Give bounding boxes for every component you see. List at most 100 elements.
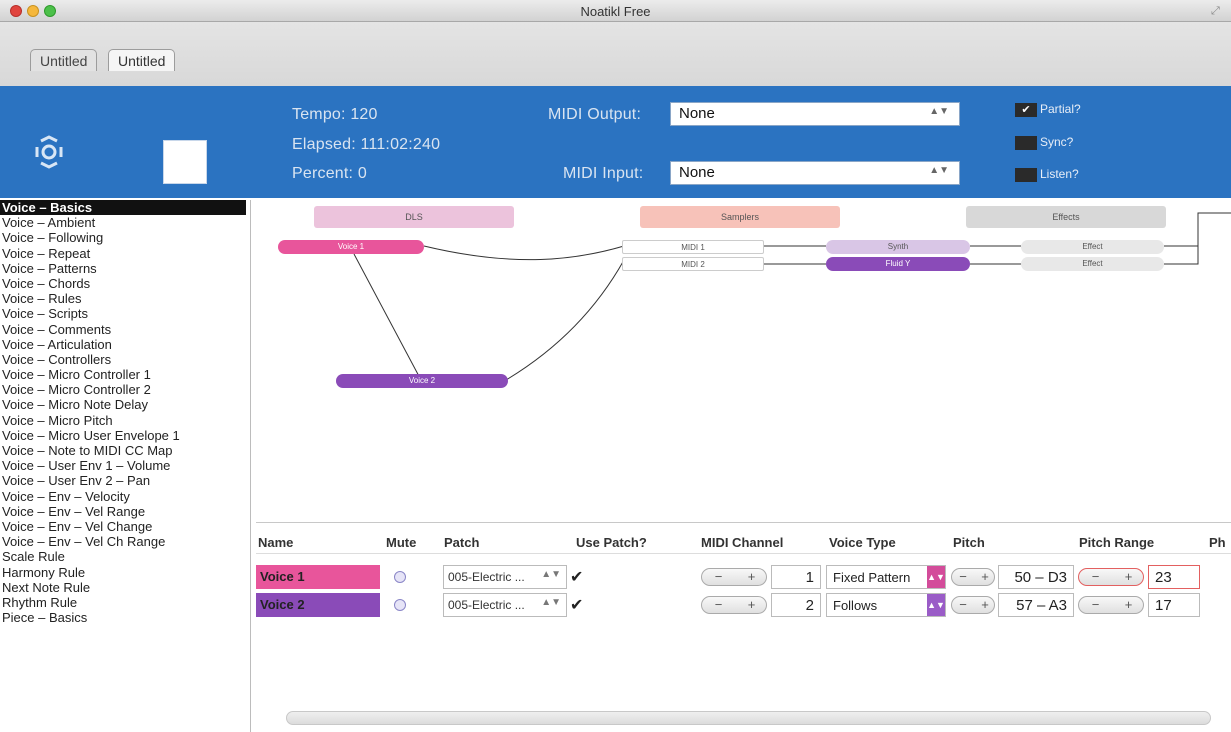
tab-untitled-1[interactable]: Untitled [30,49,98,71]
voice-name-cell[interactable]: Voice 1 [256,565,380,589]
fluid-node[interactable]: Fluid Y [826,257,970,271]
sidebar-item[interactable]: Voice – Comments [0,322,250,337]
increment-icon[interactable]: + [974,569,996,585]
sidebar-item[interactable]: Voice – Repeat [0,246,250,261]
sidebar-item[interactable]: Voice – Controllers [0,352,250,367]
app-window: Noatikl Free ⤢ Untitled Untitled Tempo: … [0,0,1231,732]
pitch-stepper[interactable]: − + [951,596,995,614]
effect-1-node[interactable]: Effect [1021,240,1164,254]
voice-type-select[interactable]: Follows ▲▼ [826,593,946,617]
sidebar-item[interactable]: Voice – Env – Velocity [0,489,250,504]
horizontal-scrollbar[interactable] [286,711,1211,725]
sidebar-item[interactable]: Voice – Articulation [0,337,250,352]
channel-value[interactable]: 1 [771,565,821,589]
patch-select[interactable]: 005-Electric ... ▲▼ [443,565,567,589]
listen-checkbox[interactable]: Listen? [1015,167,1079,182]
midi-2-node[interactable]: MIDI 2 [622,257,764,271]
partial-checkbox[interactable]: ✔ Partial? [1015,102,1081,117]
decrement-icon[interactable]: − [1079,597,1112,613]
table-row[interactable]: Voice 2 005-Electric ... ▲▼ ✔ − + 2 Follow… [256,593,1231,617]
mute-toggle[interactable] [394,571,406,583]
voice-1-node[interactable]: Voice 1 [278,240,424,254]
sidebar-item[interactable]: Voice – Micro User Envelope 1 [0,428,250,443]
col-mute[interactable]: Mute [386,535,416,550]
sidebar-item[interactable]: Voice – Micro Controller 1 [0,367,250,382]
synth-node[interactable]: Synth [826,240,970,254]
col-pitch[interactable]: Pitch [953,535,985,550]
increment-icon[interactable]: + [735,569,768,585]
tempo-readout: Tempo: 120 [292,106,378,123]
tab-untitled-2[interactable]: Untitled [108,49,176,71]
midi-output-select[interactable]: None ▲▼ [670,102,960,126]
increment-icon[interactable]: + [974,597,996,613]
col-ph[interactable]: Ph [1209,535,1226,550]
col-patch[interactable]: Patch [444,535,479,550]
channel-stepper[interactable]: − + [701,596,767,614]
effect-2-node[interactable]: Effect [1021,257,1164,271]
decrement-icon[interactable]: − [702,569,735,585]
sidebar-item[interactable]: Voice – Env – Vel Range [0,504,250,519]
sidebar-item[interactable]: Voice – Ambient [0,215,250,230]
midi-1-node[interactable]: MIDI 1 [622,240,764,254]
sidebar-item[interactable]: Voice – Scripts [0,306,250,321]
decrement-icon[interactable]: − [702,597,735,613]
sidebar-item[interactable]: Voice – Env – Vel Ch Range [0,534,250,549]
pitch-value[interactable]: 50 – D3 [998,565,1074,589]
use-patch-checkbox[interactable]: ✔ [570,567,583,587]
pitch-range-value[interactable]: 23 [1148,565,1200,589]
sidebar-item[interactable]: Voice – Rules [0,291,250,306]
listen-label: Listen? [1040,167,1079,181]
sidebar-item[interactable]: Voice – Micro Controller 2 [0,382,250,397]
increment-icon[interactable]: + [735,597,768,613]
select-arrows-icon: ▲▼ [927,594,945,616]
sidebar-item[interactable]: Voice – Note to MIDI CC Map [0,443,250,458]
patch-select[interactable]: 005-Electric ... ▲▼ [443,593,567,617]
decrement-icon[interactable]: − [952,597,974,613]
col-pitch-range[interactable]: Pitch Range [1079,535,1154,550]
routing-graph: DLS Samplers Effects Voice 1 Voice 2 MID… [256,200,1231,522]
select-arrows-icon: ▲▼ [929,165,949,176]
col-midi-channel[interactable]: MIDI Channel [701,535,783,550]
channel-stepper[interactable]: − + [701,568,767,586]
sidebar-item[interactable]: Rhythm Rule [0,595,250,610]
noatikl-logo-icon [35,135,63,169]
sidebar-item[interactable]: Piece – Basics [0,610,250,625]
decrement-icon[interactable]: − [1079,569,1112,585]
sidebar-item[interactable]: Next Note Rule [0,580,250,595]
midi-input-select[interactable]: None ▲▼ [670,161,960,185]
sidebar-item[interactable]: Voice – Following [0,230,250,245]
sidebar-item[interactable]: Voice – Basics [0,200,246,216]
channel-value[interactable]: 2 [771,593,821,617]
sidebar-item[interactable]: Voice – Patterns [0,261,250,276]
voice-2-node[interactable]: Voice 2 [336,374,508,388]
pitch-stepper[interactable]: − + [951,568,995,586]
decrement-icon[interactable]: − [952,569,974,585]
sidebar-item[interactable]: Harmony Rule [0,565,250,580]
use-patch-checkbox[interactable]: ✔ [570,595,583,615]
col-voice-type[interactable]: Voice Type [829,535,896,550]
sidebar-item[interactable]: Voice – Chords [0,276,250,291]
sidebar-item[interactable]: Voice – Micro Note Delay [0,397,250,412]
col-use-patch[interactable]: Use Patch? [576,535,647,550]
mute-toggle[interactable] [394,599,406,611]
pitch-value[interactable]: 57 – A3 [998,593,1074,617]
sidebar-item[interactable]: Scale Rule [0,549,250,564]
select-arrows-icon: ▲▼ [541,569,561,580]
col-name[interactable]: Name [258,535,293,550]
pitch-range-stepper[interactable]: − + [1078,568,1144,586]
sidebar-item[interactable]: Voice – Env – Vel Change [0,519,250,534]
sidebar-item[interactable]: Voice – User Env 2 – Pan [0,473,250,488]
pitch-range-stepper[interactable]: − + [1078,596,1144,614]
pitch-range-value[interactable]: 17 [1148,593,1200,617]
view-list-sidebar: Voice – Basics Voice – Ambient Voice – Fol… [0,200,251,732]
sidebar-item[interactable]: Voice – Micro Pitch [0,413,250,428]
increment-icon[interactable]: + [1112,569,1145,585]
voice-type-select[interactable]: Fixed Pattern ▲▼ [826,565,946,589]
voice-name-cell[interactable]: Voice 2 [256,593,380,617]
resize-icon[interactable]: ⤢ [1211,5,1225,17]
increment-icon[interactable]: + [1112,597,1145,613]
sync-checkbox[interactable]: Sync? [1015,135,1073,150]
sidebar-item[interactable]: Voice – User Env 1 – Volume [0,458,250,473]
table-row[interactable]: Voice 1 005-Electric ... ▲▼ ✔ − + 1 Fixed … [256,565,1231,589]
elapsed-readout: Elapsed: 111:02:240 [292,136,441,153]
